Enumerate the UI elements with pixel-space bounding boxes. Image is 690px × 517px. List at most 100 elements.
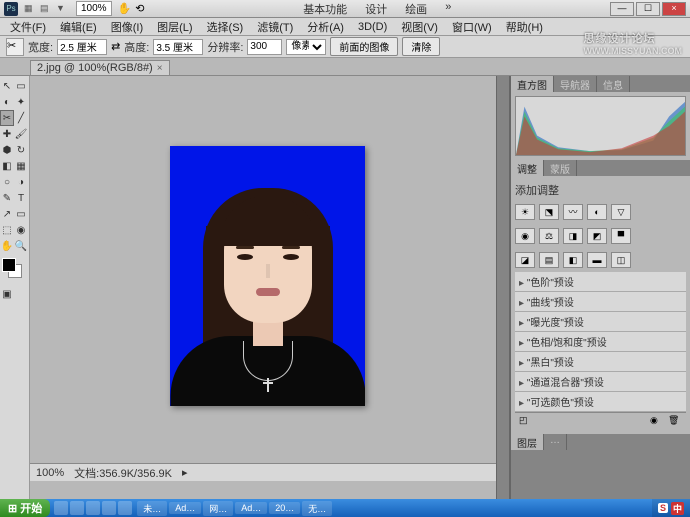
fg-color-swatch[interactable]: [2, 258, 16, 272]
heal-tool[interactable]: ✚: [0, 126, 14, 142]
marquee-tool[interactable]: ▭: [14, 78, 28, 94]
history-icon[interactable]: ⟲: [135, 2, 144, 15]
wand-tool[interactable]: ✦: [14, 94, 28, 110]
gradient-tool[interactable]: ▦: [14, 158, 28, 174]
hue-icon[interactable]: ◉: [515, 228, 535, 244]
eraser-tool[interactable]: ◧: [0, 158, 14, 174]
posterize-icon[interactable]: ▤: [539, 252, 559, 268]
vibrance-icon[interactable]: ▽: [611, 204, 631, 220]
document-tab-close-icon[interactable]: ×: [157, 63, 163, 74]
expand-icon[interactable]: ◰: [519, 415, 533, 429]
tab-layers[interactable]: 图层: [511, 434, 544, 450]
start-button[interactable]: ⊞ 开始: [0, 499, 50, 517]
path-tool[interactable]: ↗: [0, 206, 14, 222]
close-button[interactable]: ×: [662, 2, 686, 16]
tab-adjustments[interactable]: 调整: [511, 160, 544, 176]
preset-item[interactable]: "色阶"预设: [515, 272, 686, 292]
photo-filter-icon[interactable]: ◩: [587, 228, 607, 244]
3d-tool[interactable]: ⬚: [0, 222, 14, 238]
ql-icon[interactable]: [102, 501, 116, 515]
crop-tool[interactable]: ✂: [0, 110, 14, 126]
curves-icon[interactable]: 〰: [563, 204, 583, 220]
selcolor-icon[interactable]: ◫: [611, 252, 631, 268]
dodge-tool[interactable]: ◑: [14, 174, 28, 190]
threshold-icon[interactable]: ◧: [563, 252, 583, 268]
ql-icon[interactable]: [54, 501, 68, 515]
task-item[interactable]: 20…: [269, 502, 300, 514]
invert-icon[interactable]: ◪: [515, 252, 535, 268]
gradmap-icon[interactable]: ▬: [587, 252, 607, 268]
maximize-button[interactable]: ☐: [636, 2, 660, 16]
preset-item[interactable]: "色相/饱和度"预设: [515, 332, 686, 352]
tab-info[interactable]: 信息: [597, 76, 630, 92]
ws-paint[interactable]: 绘画: [401, 1, 431, 17]
minimize-button[interactable]: —: [610, 2, 634, 16]
levels-icon[interactable]: ⬔: [539, 204, 559, 220]
mixer-icon[interactable]: ▀: [611, 228, 631, 244]
task-item[interactable]: 未…: [137, 501, 167, 516]
menu-file[interactable]: 文件(F): [4, 18, 52, 36]
menu-3d[interactable]: 3D(D): [352, 20, 393, 34]
menu-analysis[interactable]: 分析(A): [301, 18, 350, 36]
task-item[interactable]: 网…: [203, 501, 233, 516]
status-arrow-icon[interactable]: ▸: [182, 466, 188, 479]
tab-navigator[interactable]: 导航器: [554, 76, 597, 92]
clip-icon[interactable]: ◉: [650, 415, 664, 429]
height-input[interactable]: [153, 39, 203, 55]
ime-zh-icon[interactable]: 中: [671, 502, 684, 515]
hand-tool[interactable]: ✋: [0, 238, 14, 254]
menu-layer[interactable]: 图层(L): [151, 18, 198, 36]
menu-help[interactable]: 帮助(H): [500, 18, 549, 36]
menu-edit[interactable]: 编辑(E): [54, 18, 103, 36]
history-brush-tool[interactable]: ↻: [14, 142, 28, 158]
task-item[interactable]: Ad…: [169, 502, 201, 514]
ws-more-icon[interactable]: »: [441, 1, 455, 17]
tab-more[interactable]: …: [544, 434, 567, 450]
preset-item[interactable]: "黑白"预设: [515, 352, 686, 372]
menu-select[interactable]: 选择(S): [201, 18, 250, 36]
menu-filter[interactable]: 滤镜(T): [251, 18, 299, 36]
color-swatches[interactable]: [2, 258, 27, 282]
balance-icon[interactable]: ⚖: [539, 228, 559, 244]
quickmask-tool[interactable]: ▣: [0, 286, 14, 302]
pen-tool[interactable]: ✎: [0, 190, 14, 206]
zoom-tool[interactable]: 🔍: [14, 238, 28, 254]
width-input[interactable]: [57, 39, 107, 55]
swap-icon[interactable]: ⇄: [111, 40, 120, 53]
stamp-tool[interactable]: ⬢: [0, 142, 14, 158]
ws-basic[interactable]: 基本功能: [299, 1, 351, 17]
task-item[interactable]: Ad…: [235, 502, 267, 514]
tab-mask[interactable]: 蒙版: [544, 160, 577, 176]
ql-icon[interactable]: [118, 501, 132, 515]
preset-item[interactable]: "曲线"预设: [515, 292, 686, 312]
task-item[interactable]: 无…: [302, 501, 332, 516]
dropdown-icon[interactable]: ▼: [56, 3, 68, 15]
clear-button[interactable]: 清除: [402, 37, 440, 56]
zoom-input[interactable]: 100%: [76, 1, 112, 16]
document-tab[interactable]: 2.jpg @ 100%(RGB/8#) ×: [30, 60, 170, 75]
panel-strip[interactable]: [496, 76, 510, 499]
document-canvas[interactable]: [170, 146, 365, 406]
crop-tool-icon[interactable]: ✂: [6, 38, 24, 56]
br-icon[interactable]: ▦: [24, 3, 36, 15]
mb-icon[interactable]: ▤: [40, 3, 52, 15]
brightness-icon[interactable]: ☀: [515, 204, 535, 220]
eyedropper-tool[interactable]: ╱: [14, 110, 28, 126]
exposure-icon[interactable]: ◐: [587, 204, 607, 220]
ws-design[interactable]: 设计: [361, 1, 391, 17]
menu-view[interactable]: 视图(V): [395, 18, 444, 36]
brush-tool[interactable]: 🖌: [14, 126, 28, 142]
ime-s-icon[interactable]: S: [658, 503, 668, 513]
preset-item[interactable]: "曝光度"预设: [515, 312, 686, 332]
trash-icon[interactable]: 🗑: [668, 415, 682, 429]
canvas-area[interactable]: 100% 文档:356.9K/356.9K ▸: [30, 76, 496, 499]
blur-tool[interactable]: ○: [0, 174, 14, 190]
preset-item[interactable]: "可选颜色"预设: [515, 392, 686, 412]
3d-cam-tool[interactable]: ◉: [14, 222, 28, 238]
ql-icon[interactable]: [86, 501, 100, 515]
status-zoom[interactable]: 100%: [36, 467, 64, 479]
type-tool[interactable]: T: [14, 190, 28, 206]
resolution-unit-select[interactable]: 像素/…: [286, 39, 326, 55]
front-image-button[interactable]: 前面的图像: [330, 37, 398, 56]
move-tool[interactable]: ↖: [0, 78, 14, 94]
